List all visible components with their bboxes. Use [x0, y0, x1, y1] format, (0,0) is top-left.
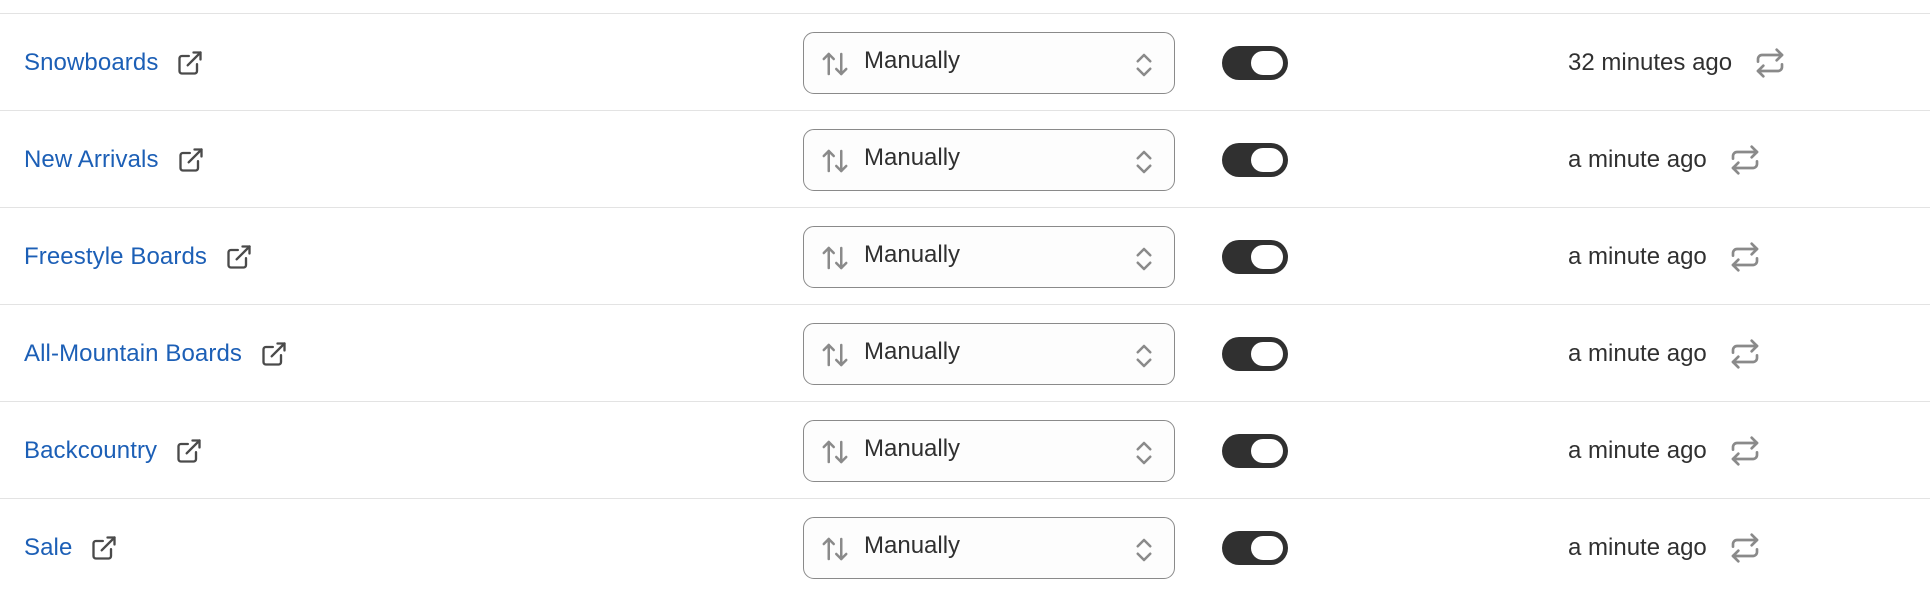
sort-order-select[interactable]: Manually	[803, 226, 1175, 288]
last-updated-text: a minute ago	[1568, 242, 1707, 270]
sort-order-select[interactable]: Manually	[803, 129, 1175, 191]
sort-order-value: Manually	[864, 47, 961, 74]
updated-cell: a minute ago	[1568, 305, 1761, 402]
sync-icon[interactable]	[1729, 435, 1761, 467]
collection-name-link[interactable]: All-Mountain Boards	[24, 340, 242, 368]
chevron-up-down-icon	[1134, 244, 1154, 274]
collections-table: Snowboards Manually 32 minutes ago New A…	[0, 0, 1930, 594]
updated-cell: 32 minutes ago	[1568, 14, 1786, 111]
table-row: All-Mountain Boards Manually a minute ag…	[0, 305, 1930, 402]
collection-name-link[interactable]: Freestyle Boards	[24, 243, 207, 271]
last-updated-text: a minute ago	[1568, 339, 1707, 367]
updated-cell: a minute ago	[1568, 111, 1761, 208]
collection-name-link[interactable]: Sale	[24, 534, 72, 562]
chevron-up-down-icon	[1134, 341, 1154, 371]
last-updated-text: a minute ago	[1568, 533, 1707, 561]
collection-name-link[interactable]: New Arrivals	[24, 146, 159, 174]
external-link-icon[interactable]	[177, 146, 205, 174]
toggle-knob	[1251, 342, 1283, 366]
sort-order-value: Manually	[864, 338, 961, 365]
sort-order-value: Manually	[864, 241, 961, 268]
external-link-icon[interactable]	[90, 534, 118, 562]
updated-cell: a minute ago	[1568, 402, 1761, 499]
sync-icon[interactable]	[1729, 144, 1761, 176]
last-updated-text: 32 minutes ago	[1568, 48, 1733, 76]
sort-order-select[interactable]: Manually	[803, 32, 1175, 94]
toggle-knob	[1251, 439, 1283, 463]
sort-arrows-icon	[820, 437, 850, 467]
external-link-icon[interactable]	[176, 49, 204, 77]
sync-icon[interactable]	[1729, 532, 1761, 564]
updated-cell: a minute ago	[1568, 499, 1761, 594]
visibility-toggle[interactable]	[1222, 46, 1288, 80]
collection-name-cell: Backcountry	[24, 402, 203, 499]
sort-arrows-icon	[820, 243, 850, 273]
table-row: Sale Manually a minute ago	[0, 499, 1930, 594]
collection-name-cell: All-Mountain Boards	[24, 305, 288, 402]
sort-order-value: Manually	[864, 435, 961, 462]
chevron-up-down-icon	[1134, 147, 1154, 177]
collection-name-link[interactable]: Backcountry	[24, 437, 157, 465]
chevron-up-down-icon	[1134, 50, 1154, 80]
toggle-knob	[1251, 148, 1283, 172]
collection-name-link[interactable]: Snowboards	[24, 49, 158, 77]
table-row: Freestyle Boards Manually a minute ago	[0, 208, 1930, 305]
collection-name-cell: Sale	[24, 499, 118, 594]
visibility-toggle[interactable]	[1222, 143, 1288, 177]
sort-order-select[interactable]: Manually	[803, 517, 1175, 579]
collection-name-cell: New Arrivals	[24, 111, 205, 208]
last-updated-text: a minute ago	[1568, 436, 1707, 464]
toggle-knob	[1251, 245, 1283, 269]
sync-icon[interactable]	[1754, 47, 1786, 79]
visibility-toggle[interactable]	[1222, 240, 1288, 274]
sync-icon[interactable]	[1729, 338, 1761, 370]
visibility-toggle[interactable]	[1222, 337, 1288, 371]
sort-arrows-icon	[820, 340, 850, 370]
table-row: Snowboards Manually 32 minutes ago	[0, 14, 1930, 111]
last-updated-text: a minute ago	[1568, 145, 1707, 173]
sort-arrows-icon	[820, 534, 850, 564]
updated-cell: a minute ago	[1568, 208, 1761, 305]
chevron-up-down-icon	[1134, 438, 1154, 468]
sort-arrows-icon	[820, 49, 850, 79]
collection-name-cell: Freestyle Boards	[24, 208, 253, 305]
chevron-up-down-icon	[1134, 535, 1154, 565]
visibility-toggle[interactable]	[1222, 531, 1288, 565]
sort-order-select[interactable]: Manually	[803, 420, 1175, 482]
external-link-icon[interactable]	[175, 437, 203, 465]
sort-arrows-icon	[820, 146, 850, 176]
visibility-toggle[interactable]	[1222, 434, 1288, 468]
sort-order-value: Manually	[864, 144, 961, 171]
table-row: New Arrivals Manually a minute ago	[0, 111, 1930, 208]
table-row: Backcountry Manually a minute ago	[0, 402, 1930, 499]
sync-icon[interactable]	[1729, 241, 1761, 273]
external-link-icon[interactable]	[225, 243, 253, 271]
toggle-knob	[1251, 51, 1283, 75]
external-link-icon[interactable]	[260, 340, 288, 368]
collection-name-cell: Snowboards	[24, 14, 204, 111]
toggle-knob	[1251, 536, 1283, 560]
sort-order-value: Manually	[864, 532, 961, 559]
sort-order-select[interactable]: Manually	[803, 323, 1175, 385]
